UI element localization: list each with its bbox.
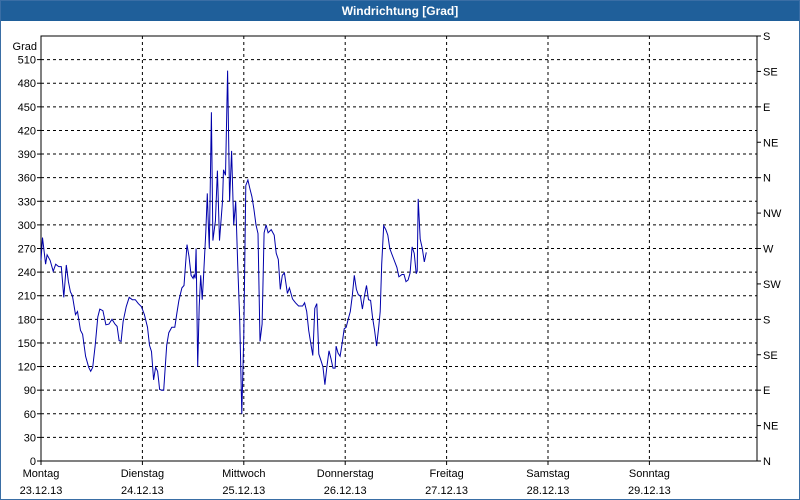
y-tick-label: 450 <box>18 102 36 114</box>
right-axis-label: SE <box>763 350 778 362</box>
x-tick-day-label: Dienstag <box>121 468 164 480</box>
y-tick-label: 90 <box>24 385 36 397</box>
y-tick-label: 0 <box>30 456 36 468</box>
y-tick-label: 210 <box>18 291 36 303</box>
y-tick-label: 360 <box>18 173 36 185</box>
right-axis-label: SW <box>763 279 781 291</box>
y-tick-label: 330 <box>18 196 36 208</box>
x-tick-day-label: Montag <box>23 468 60 480</box>
y-axis-label: Grad <box>13 41 37 53</box>
x-tick-date-label: 25.12.13 <box>222 485 265 497</box>
y-tick-label: 120 <box>18 362 36 374</box>
right-axis-label: S <box>763 31 770 43</box>
right-axis-label: S <box>763 314 770 326</box>
right-axis-label: N <box>763 456 771 468</box>
y-tick-label: 390 <box>18 149 36 161</box>
y-tick-label: 270 <box>18 244 36 256</box>
x-tick-day-label: Mittwoch <box>222 468 265 480</box>
wind-direction-chart: 0 30 60 90 120 150 180 210 240 270 300 330 360 390 420… <box>13 31 782 497</box>
x-tick-date-label: 27.12.13 <box>425 485 468 497</box>
right-axis-label: E <box>763 385 770 397</box>
y-tick-label: 150 <box>18 338 36 350</box>
x-tick-date-label: 28.12.13 <box>527 485 570 497</box>
right-axis-label: NE <box>763 421 778 433</box>
wind-direction-line <box>40 70 427 414</box>
right-axis-label: NW <box>763 208 782 220</box>
right-axis-label: SE <box>763 66 778 78</box>
right-axis-label: N <box>763 173 771 185</box>
x-tick-date-label: 23.12.13 <box>20 485 63 497</box>
x-tick-date-label: 29.12.13 <box>628 485 671 497</box>
right-axis-label: E <box>763 102 770 114</box>
y-tick-label: 60 <box>24 409 36 421</box>
y-tick-label: 510 <box>18 55 36 67</box>
y-tick-label: 480 <box>18 78 36 90</box>
y-tick-label: 240 <box>18 267 36 279</box>
y-tick-label: 420 <box>18 125 36 137</box>
x-tick-day-label: Sonntag <box>629 468 670 480</box>
x-tick-day-label: Freitag <box>429 468 463 480</box>
y-tick-label: 180 <box>18 314 36 326</box>
y-tick-label: 30 <box>24 432 36 444</box>
x-tick-day-label: Donnerstag <box>317 468 374 480</box>
x-tick-date-label: 26.12.13 <box>324 485 367 497</box>
x-tick-day-label: Samstag <box>526 468 569 480</box>
y-tick-label: 300 <box>18 220 36 232</box>
right-axis-label: W <box>763 244 774 256</box>
x-tick-date-label: 24.12.13 <box>121 485 164 497</box>
right-axis-label: NE <box>763 137 778 149</box>
